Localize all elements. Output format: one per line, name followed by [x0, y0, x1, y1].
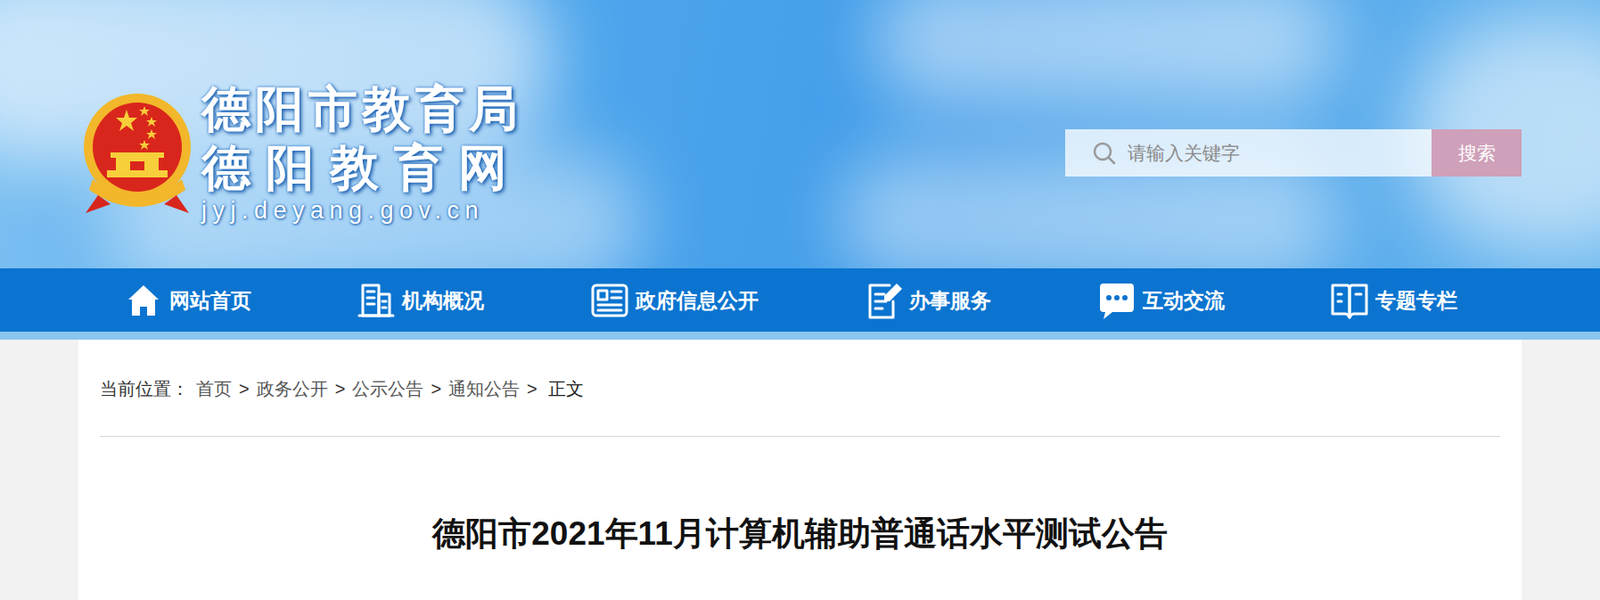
search-button[interactable]: 搜索: [1431, 129, 1522, 177]
cloud: [0, 0, 553, 161]
breadcrumb-link[interactable]: 政务公开: [256, 377, 329, 401]
nav-item[interactable]: 网站首页: [123, 279, 252, 321]
cloud: [873, 0, 1338, 107]
topic-icon: [1329, 279, 1371, 321]
nav-label: 政府信息公开: [635, 287, 759, 314]
nav-item[interactable]: 政府信息公开: [589, 279, 759, 321]
org-name: 德阳市教育局: [201, 82, 523, 136]
breadcrumb: 当前位置：首页>政务公开>公示公告>通知公告>正文: [99, 339, 1501, 437]
site-name: 德阳教育网: [201, 140, 523, 195]
nav-item[interactable]: 互动交流: [1096, 279, 1225, 321]
nav-underline: [0, 331, 1600, 340]
nav-list: 网站首页 机构概况 政府信息公开 办事服务 互动交流 专题专栏: [78, 268, 1522, 332]
header-inner: 德阳市教育局 德阳教育网 jyj.deyang.gov.cn 搜索: [78, 0, 1522, 269]
nav-item[interactable]: 专题专栏: [1329, 279, 1458, 321]
nav-item[interactable]: 机构概况: [355, 279, 485, 321]
org-icon: [355, 279, 397, 321]
breadcrumb-link[interactable]: 通知公告: [448, 377, 520, 401]
breadcrumb-link[interactable]: 首页: [196, 377, 232, 401]
service-icon: [862, 279, 904, 321]
breadcrumb-current: 正文: [548, 377, 584, 401]
nav-label: 网站首页: [169, 287, 252, 314]
logo[interactable]: 德阳市教育局 德阳教育网 jyj.deyang.gov.cn: [78, 82, 523, 225]
breadcrumb-separator: >: [430, 377, 442, 401]
article-title: 德阳市2021年11月计算机辅助普通话水平测试公告: [99, 514, 1501, 554]
nav-label: 办事服务: [909, 287, 992, 314]
magnifier-icon: [1091, 140, 1117, 166]
nav-item[interactable]: 办事服务: [862, 279, 992, 321]
nav-label: 互动交流: [1142, 287, 1225, 314]
home-icon: [123, 279, 165, 321]
main-nav: 网站首页 机构概况 政府信息公开 办事服务 互动交流 专题专栏: [0, 268, 1600, 332]
chat-icon: [1096, 279, 1138, 321]
breadcrumb-separator: >: [238, 377, 250, 401]
info-icon: [589, 279, 631, 321]
breadcrumb-separator: >: [526, 377, 538, 401]
search-bar: 搜索: [1065, 129, 1522, 177]
site-domain: jyj.deyang.gov.cn: [201, 196, 523, 225]
search-field: [1065, 129, 1432, 177]
breadcrumb-label: 当前位置：: [99, 377, 189, 401]
nav-label: 专题专栏: [1375, 287, 1458, 314]
national-emblem-icon: [80, 90, 195, 217]
breadcrumb-link[interactable]: 公示公告: [352, 377, 424, 401]
breadcrumb-separator: >: [335, 377, 346, 401]
nav-label: 机构概况: [402, 287, 485, 314]
site-header: 德阳市教育局 德阳教育网 jyj.deyang.gov.cn 搜索: [0, 0, 1600, 269]
content-panel: 当前位置：首页>政务公开>公示公告>通知公告>正文 德阳市2021年11月计算机…: [78, 339, 1522, 600]
site-titles: 德阳市教育局 德阳教育网 jyj.deyang.gov.cn: [201, 82, 523, 225]
search-input[interactable]: [1127, 139, 1405, 168]
